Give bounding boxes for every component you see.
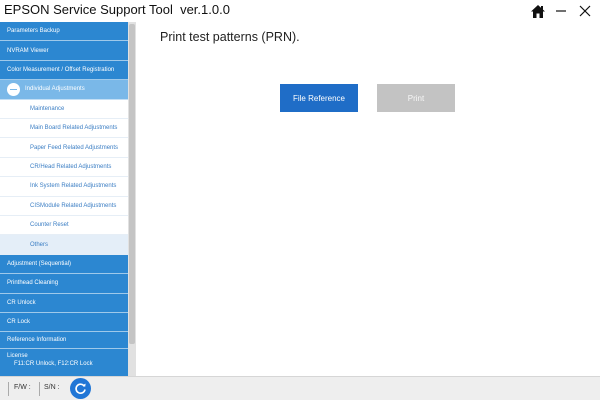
sidebar-item-label: Maintenance <box>30 105 65 112</box>
sidebar-item-label: Paper Feed Related Adjustments <box>30 144 119 151</box>
file-reference-button[interactable]: File Reference <box>280 84 358 112</box>
sidebar-item-label: Ink System Related Adjustments <box>30 183 117 190</box>
sidebar-item-label: Individual Adjustments <box>25 86 85 93</box>
statusbar-divider <box>39 382 40 396</box>
sidebar-item-label: CR Unlock <box>7 299 36 306</box>
scrollbar-thumb[interactable] <box>129 24 135 344</box>
sidebar-item-nvram-viewer[interactable]: NVRAM Viewer <box>0 41 128 61</box>
page-description: Print test patterns (PRN). <box>160 30 300 44</box>
sidebar-subitem-others[interactable]: Others <box>0 235 128 255</box>
sidebar-subitem-cismodule[interactable]: CISModule Related Adjustments <box>0 196 128 216</box>
sidebar-item-individual-adjustments[interactable]: Individual Adjustments <box>0 80 128 100</box>
sidebar-item-label: CISModule Related Adjustments <box>30 202 117 209</box>
sidebar-scrollbar[interactable] <box>128 22 136 376</box>
sidebar-item-reference-information[interactable]: Reference Information <box>0 332 128 349</box>
refresh-icon[interactable] <box>70 378 91 399</box>
home-icon[interactable] <box>528 1 548 21</box>
sidebar-subitem-cr-head[interactable]: CR/Head Related Adjustments <box>0 157 128 178</box>
sidebar-item-label: Printhead Cleaning <box>7 280 59 287</box>
sidebar-subitem-ink-system[interactable]: Ink System Related Adjustments <box>0 177 128 197</box>
minimize-icon[interactable] <box>551 1 571 21</box>
sidebar-item-cr-lock[interactable]: CR Lock <box>0 313 128 333</box>
close-icon[interactable] <box>575 1 595 21</box>
sidebar-item-label: NVRAM Viewer <box>7 47 49 54</box>
sidebar-nav: Parameters Backup NVRAM Viewer Color Mea… <box>0 22 128 376</box>
sidebar-subitem-paper-feed[interactable]: Paper Feed Related Adjustments <box>0 138 128 158</box>
sidebar-subitem-maintenance[interactable]: Maintenance <box>0 99 128 119</box>
firmware-label: F/W : <box>14 384 31 391</box>
sidebar-item-label: CR/Head Related Adjustments <box>30 163 112 170</box>
title-bar: EPSON Service Support Tool ver.1.0.0 <box>0 0 600 22</box>
sidebar-item-label: Main Board Related Adjustments <box>30 125 118 132</box>
sidebar-item-color-measurement[interactable]: Color Measurement / Offset Registration <box>0 61 128 81</box>
sidebar-item-printhead-cleaning[interactable]: Printhead Cleaning <box>0 274 128 294</box>
print-button[interactable]: Print <box>377 84 455 112</box>
sidebar-item-label: Reference Information <box>7 337 67 344</box>
sidebar-item-label: Others <box>30 241 49 248</box>
sidebar-item-parameters-backup[interactable]: Parameters Backup <box>0 22 128 42</box>
sidebar-item-label: License <box>7 353 28 359</box>
sidebar-subitem-main-board[interactable]: Main Board Related Adjustments <box>0 119 128 139</box>
sidebar-item-adjustment-sequential[interactable]: Adjustment (Sequential) <box>0 255 128 275</box>
license-shortcut-hint: F11:CR Unlock, F12:CR Lock <box>14 360 93 367</box>
sidebar-subitem-counter-reset[interactable]: Counter Reset <box>0 216 128 236</box>
status-bar: F/W : S/N : <box>0 376 600 400</box>
sidebar-item-label: Parameters Backup <box>7 28 60 35</box>
sidebar-item-license[interactable]: License F11:CR Unlock, F12:CR Lock <box>0 349 128 376</box>
serial-number-label: S/N : <box>44 384 60 391</box>
sidebar-item-label: Color Measurement / Offset Registration <box>7 66 115 73</box>
sidebar-item-label: CR Lock <box>7 319 31 326</box>
sidebar-item-label: Adjustment (Sequential) <box>7 260 72 267</box>
sidebar-item-label: Counter Reset <box>30 222 69 229</box>
collapse-icon[interactable] <box>7 82 20 96</box>
sidebar-item-cr-unlock[interactable]: CR Unlock <box>0 294 128 313</box>
statusbar-divider <box>8 382 9 396</box>
app-title: EPSON Service Support Tool ver.1.0.0 <box>4 2 230 17</box>
